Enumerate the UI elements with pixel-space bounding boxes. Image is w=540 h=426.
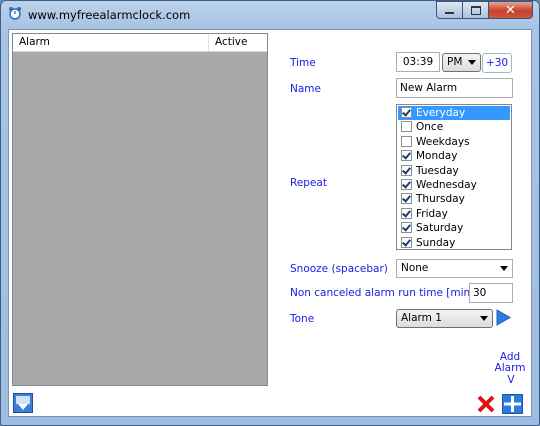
tone-value: Alarm 1 bbox=[401, 312, 442, 324]
repeat-option[interactable]: Everyday bbox=[398, 106, 510, 120]
repeat-option-label: Saturday bbox=[416, 222, 464, 235]
delete-x-icon[interactable] bbox=[476, 394, 496, 414]
checkbox-unchecked[interactable] bbox=[401, 121, 412, 133]
alarm-clock-icon bbox=[9, 7, 21, 20]
checkbox-checked[interactable] bbox=[401, 236, 412, 248]
chevron-down-icon bbox=[468, 60, 476, 65]
maximize-icon bbox=[470, 5, 481, 15]
close-button[interactable]: ✕ bbox=[489, 1, 533, 19]
alarm-list-header: Alarm Active bbox=[13, 34, 267, 52]
snooze-label: Snooze (spacebar) bbox=[290, 263, 388, 275]
repeat-checklist[interactable]: Everyday Once Weekdays Monday Tuesday Wednesd… bbox=[396, 104, 512, 250]
checkbox-checked[interactable] bbox=[401, 222, 412, 234]
app-window: www.myfreealarmclock.com ✕ Alarm Active … bbox=[0, 0, 540, 426]
repeat-option-label: Once bbox=[416, 121, 444, 134]
plus30-button[interactable]: +30 bbox=[482, 53, 512, 73]
checkbox-checked[interactable] bbox=[401, 179, 412, 190]
add-hint-arrow: V bbox=[507, 374, 515, 386]
repeat-option[interactable]: Monday bbox=[398, 149, 510, 163]
time-input[interactable]: 03:39 bbox=[396, 52, 440, 72]
time-label: Time bbox=[290, 57, 316, 69]
minimize-button[interactable] bbox=[436, 1, 463, 19]
checkbox-checked[interactable] bbox=[401, 150, 412, 162]
repeat-option[interactable]: Once bbox=[398, 120, 510, 134]
close-icon: ✕ bbox=[505, 2, 516, 18]
repeat-label: Repeat bbox=[290, 177, 327, 189]
snooze-value: None bbox=[401, 262, 429, 274]
chevron-down-icon bbox=[500, 266, 508, 271]
alarm-list[interactable]: Alarm Active bbox=[12, 33, 268, 386]
runtime-label: Non canceled alarm run time [min] bbox=[290, 287, 475, 299]
column-header-active[interactable]: Active bbox=[209, 34, 267, 51]
repeat-option[interactable]: Thursday bbox=[398, 192, 510, 206]
repeat-option-label: Friday bbox=[416, 207, 448, 220]
tone-select[interactable]: Alarm 1 bbox=[396, 309, 493, 328]
column-header-alarm[interactable]: Alarm bbox=[13, 34, 209, 51]
name-input[interactable]: New Alarm bbox=[396, 78, 513, 98]
snooze-select[interactable]: None bbox=[396, 259, 513, 278]
repeat-option-label: Wednesday bbox=[416, 179, 477, 191]
window-title: www.myfreealarmclock.com bbox=[28, 8, 191, 22]
checkbox-checked[interactable] bbox=[401, 107, 412, 118]
add-plus-icon[interactable] bbox=[502, 394, 523, 414]
repeat-option[interactable]: Wednesday bbox=[398, 178, 510, 192]
chevron-down-icon bbox=[480, 316, 488, 321]
repeat-option[interactable]: Saturday bbox=[398, 221, 510, 235]
save-arrow-icon[interactable] bbox=[13, 393, 33, 413]
repeat-option-label: Monday bbox=[416, 150, 458, 163]
ampm-select[interactable]: PM bbox=[442, 53, 481, 72]
repeat-option-label: Everyday bbox=[416, 107, 466, 119]
minimize-icon bbox=[445, 12, 454, 14]
repeat-option[interactable]: Weekdays bbox=[398, 135, 510, 149]
checkbox-checked[interactable] bbox=[401, 164, 412, 176]
window-controls: ✕ bbox=[436, 1, 533, 20]
checkbox-checked[interactable] bbox=[401, 193, 412, 205]
checkbox-unchecked[interactable] bbox=[401, 135, 412, 147]
checkbox-checked[interactable] bbox=[401, 207, 412, 219]
name-label: Name bbox=[290, 83, 321, 95]
add-alarm-label: Add Alarm bbox=[494, 351, 526, 374]
repeat-option-label: Weekdays bbox=[416, 135, 470, 148]
repeat-option-label: Tuesday bbox=[416, 164, 459, 177]
title-bar[interactable]: www.myfreealarmclock.com ✕ bbox=[1, 1, 539, 29]
repeat-option[interactable]: Friday bbox=[398, 207, 510, 221]
repeat-option[interactable]: Tuesday bbox=[398, 164, 510, 178]
repeat-option-label: Sunday bbox=[416, 236, 456, 249]
ampm-value: PM bbox=[447, 56, 463, 68]
maximize-button[interactable] bbox=[463, 1, 489, 19]
tone-label: Tone bbox=[290, 313, 315, 325]
repeat-option[interactable]: Sunday bbox=[398, 236, 510, 250]
repeat-option-label: Thursday bbox=[416, 193, 465, 206]
play-icon[interactable] bbox=[496, 309, 511, 326]
runtime-input[interactable]: 30 bbox=[469, 283, 513, 303]
